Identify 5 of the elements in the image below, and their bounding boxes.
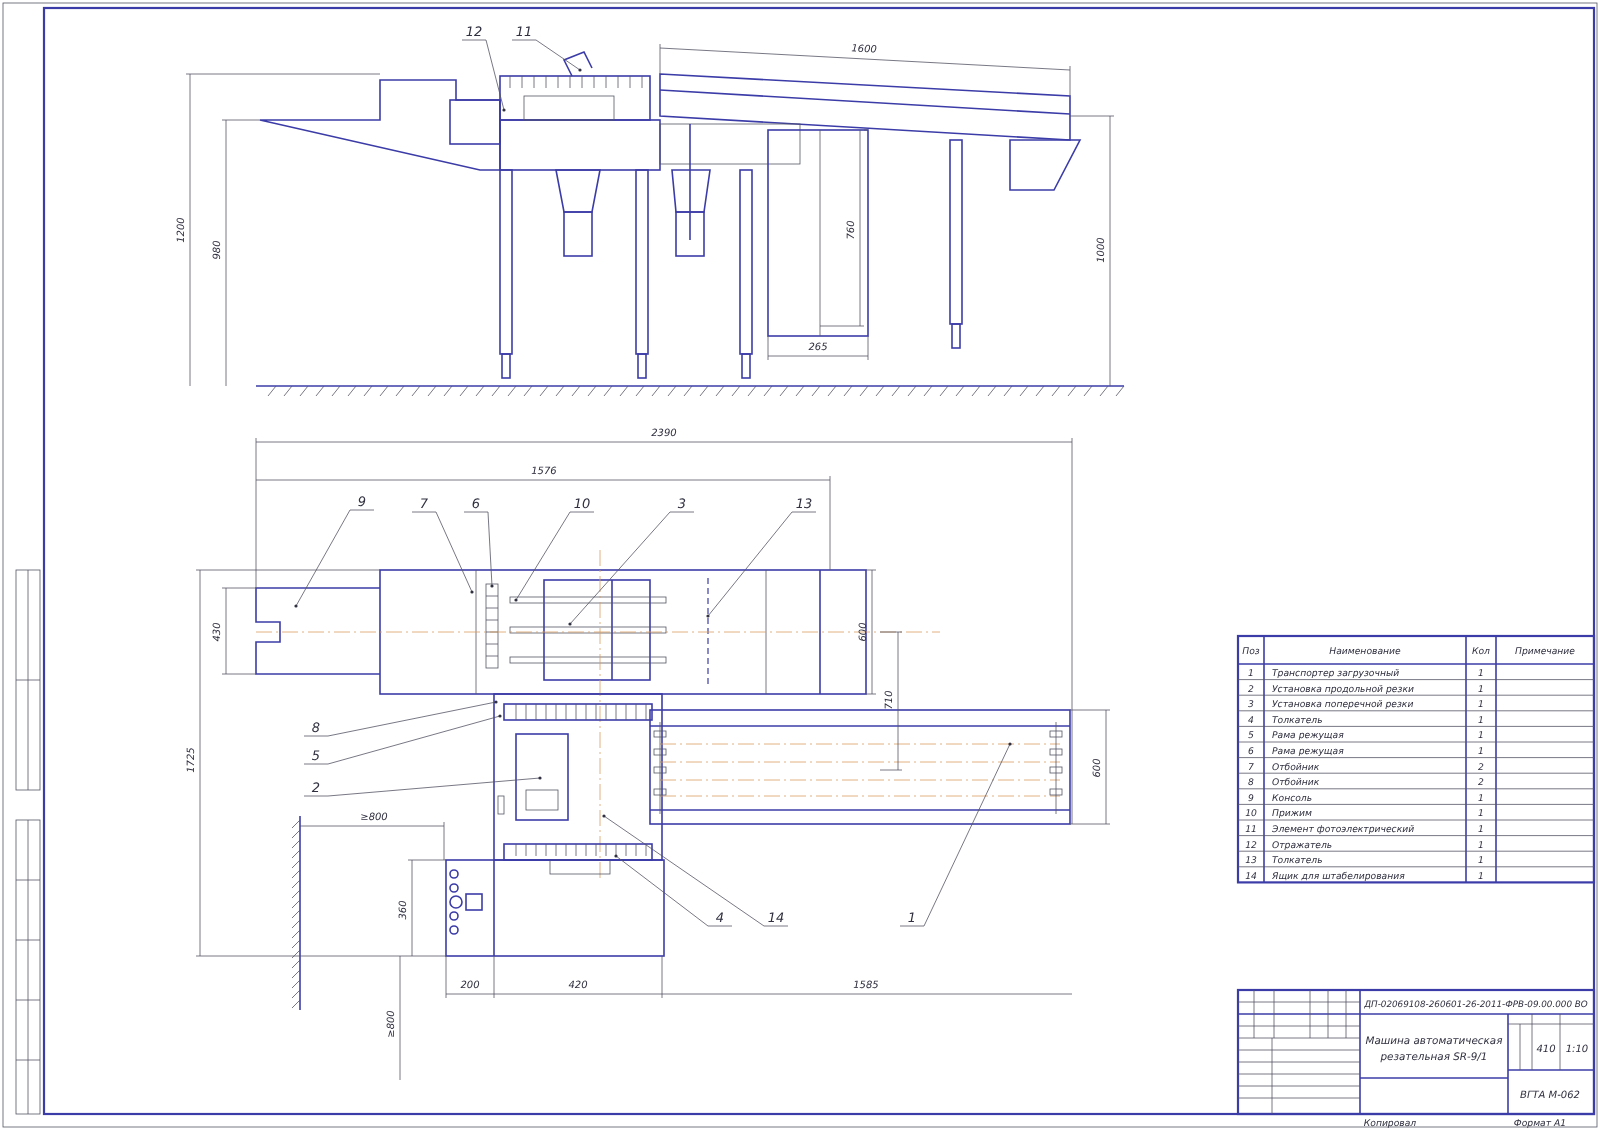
leader-line [511, 39, 582, 72]
dimension-line [767, 335, 869, 361]
leader-line [294, 509, 375, 608]
leader-line [461, 39, 506, 112]
leader-line [706, 511, 817, 618]
